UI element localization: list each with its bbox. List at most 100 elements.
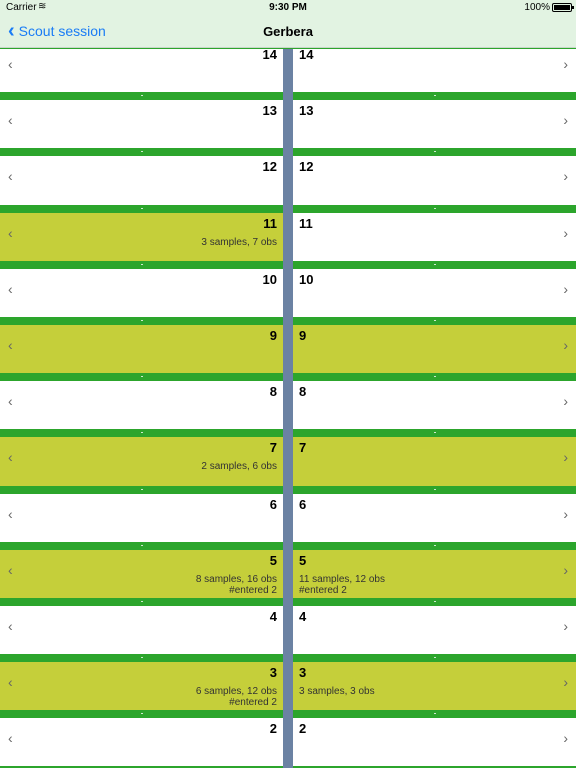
bed-number: 12 [299,159,314,175]
bed-number: 9 [299,327,307,343]
separator-dot [141,488,143,490]
bed-cell-right[interactable]: › 6 [293,493,576,542]
separator-dot [434,713,436,715]
bed-cell-left[interactable]: ‹ 13 [0,100,283,149]
bed-number: 4 [299,608,307,624]
page-title: Gerbera [263,24,313,39]
bed-cell-right[interactable]: › 9 [293,324,576,374]
separator-dot [434,657,436,659]
entered-count: #entered 2 [229,584,277,596]
bed-cell-left[interactable]: ‹ 12 [0,156,283,205]
separator-dot [434,488,436,490]
bed-cell-right[interactable]: › 11 [293,212,576,261]
chevron-left-icon: ‹ [8,449,13,466]
bed-number: 2 [299,721,307,737]
bed-cell-left[interactable]: ‹ 3 6 samples, 12 obs #entered 2 [0,662,283,711]
bed-cell-right[interactable]: › 2 [293,718,576,767]
bed-cell-right[interactable]: › 7 [293,437,576,486]
bed-number: 13 [262,103,277,119]
bed-number: 5 [269,552,277,568]
separator-dot [434,151,436,153]
bed-cell-right[interactable]: › 10 [293,268,576,317]
chevron-left-icon: ‹ [8,393,13,410]
separator-dot [434,263,436,265]
separator-dot [141,657,143,659]
bed-number: 2 [269,721,277,737]
chevron-left-icon: ‹ [8,674,13,691]
bed-number: 7 [269,440,277,456]
chevron-right-icon: › [563,617,568,634]
separator-dot [434,95,436,97]
separator-dot [141,432,143,434]
chevron-left-icon: ‹ [8,56,13,72]
bed-number: 9 [269,327,277,343]
chevron-right-icon: › [563,224,568,241]
separator-dot [141,151,143,153]
bed-cell-left[interactable]: ‹ 5 8 samples, 16 obs #entered 2 [0,549,283,598]
bed-number: 10 [262,271,277,287]
bed-cell-right[interactable]: › 8 [293,381,576,430]
bed-number: 14 [299,49,314,62]
chevron-left-icon: ‹ [8,112,13,129]
chevron-left-icon: ‹ [8,505,13,522]
sample-summary: 2 samples, 6 obs [201,461,277,473]
bed-cell-left[interactable]: ‹ 7 2 samples, 6 obs [0,437,283,486]
battery-icon [552,3,574,12]
sample-summary: 3 samples, 3 obs [299,686,375,698]
chevron-left-icon: ‹ [8,336,13,353]
separator-dot [141,713,143,715]
bed-number: 3 [269,665,277,681]
separator-dot [434,544,436,546]
bed-number: 8 [269,384,277,400]
app: Carrier ≋ 9:30 PM 100% ‹ Scout session G… [0,0,576,768]
bed-cell-left[interactable]: ‹ 9 [0,324,283,374]
separator-dot [434,319,436,321]
bed-cell-right[interactable]: › 4 [293,605,576,655]
bed-cell-left[interactable]: ‹ 11 3 samples, 7 obs [0,212,283,261]
chevron-left-icon: ‹ [8,168,13,185]
bed-number: 7 [299,440,307,456]
separator-dot [434,432,436,434]
battery-percent: 100% [524,2,550,13]
chevron-left-icon: ‹ [8,280,13,297]
bed-cell-left[interactable]: ‹ 14 [0,49,283,93]
bed-cell-right[interactable]: › 12 [293,156,576,205]
chevron-right-icon: › [563,56,568,72]
chevron-left-icon: ‹ [8,224,13,241]
bed-cell-left[interactable]: ‹ 8 [0,381,283,430]
bed-cell-left[interactable]: ‹ 2 [0,718,283,767]
chevron-left-icon: ‹ [8,730,13,747]
bed-number: 6 [269,496,277,512]
chevron-right-icon: › [563,561,568,578]
separator-dot [141,544,143,546]
bed-cell-left[interactable]: ‹ 4 [0,605,283,655]
bed-cell-right[interactable]: › 5 11 samples, 12 obs #entered 2 [293,549,576,598]
bed-number: 3 [299,665,307,681]
bed-number: 4 [269,608,277,624]
bed-number: 10 [299,271,314,287]
bed-cell-left[interactable]: ‹ 6 [0,493,283,542]
sample-summary: 3 samples, 7 obs [201,236,277,248]
separator-dot [434,600,436,602]
sample-summary: 8 samples, 16 obs [195,573,277,585]
bed-number: 13 [299,103,314,119]
bed-cell-right[interactable]: › 13 [293,100,576,149]
bed-number: 5 [299,552,307,568]
chevron-right-icon: › [563,449,568,466]
bed-cell-right[interactable]: › 14 [293,49,576,93]
bed-number: 11 [263,215,277,231]
bed-number: 12 [262,159,277,175]
separator-dot [141,376,143,378]
chevron-left-icon: ‹ [8,561,13,578]
center-divider [283,49,293,768]
entered-count: #entered 2 [229,697,277,709]
status-time: 9:30 PM [269,2,307,13]
separator-dot [141,600,143,602]
bed-number: 8 [299,384,307,400]
sample-summary: 11 samples, 12 obs [299,573,385,585]
sample-summary: 6 samples, 12 obs [195,686,277,698]
bed-cell-right[interactable]: › 3 3 samples, 3 obs [293,662,576,711]
bed-cell-left[interactable]: ‹ 10 [0,268,283,317]
bed-number: 6 [299,496,307,512]
navigation-bar: ‹ Scout session Gerbera [0,16,576,48]
